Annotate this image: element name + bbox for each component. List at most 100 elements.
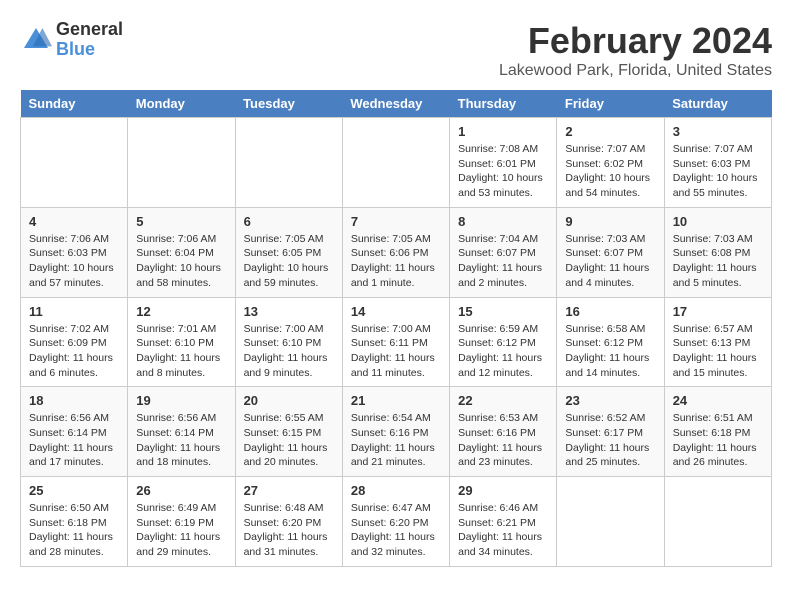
day-number: 24 xyxy=(673,393,763,408)
day-number: 13 xyxy=(244,304,334,319)
calendar-cell: 19 Sunrise: 6:56 AM Sunset: 6:14 PM Dayli… xyxy=(128,387,235,477)
calendar-cell: 26Sunrise: 6:49 AM Sunset: 6:19 PM Dayli… xyxy=(128,477,235,567)
day-number: 27 xyxy=(244,483,334,498)
calendar-cell: 16 Sunrise: 6:58 AM Sunset: 6:12 PM Dayli… xyxy=(557,297,664,387)
day-number: 2 xyxy=(565,124,655,139)
calendar-cell: 20 Sunrise: 6:55 AM Sunset: 6:15 PM Dayli… xyxy=(235,387,342,477)
day-info: Sunrise: 7:01 AM Sunset: 6:10 PM Dayligh… xyxy=(136,322,226,381)
day-number: 5 xyxy=(136,214,226,229)
day-number: 1 xyxy=(458,124,548,139)
calendar-cell: 13 Sunrise: 7:00 AM Sunset: 6:10 PM Dayli… xyxy=(235,297,342,387)
day-info: Sunrise: 6:59 AM Sunset: 6:12 PM Dayligh… xyxy=(458,322,548,381)
day-number: 26 xyxy=(136,483,226,498)
day-info: Sunrise: 7:02 AM Sunset: 6:09 PM Dayligh… xyxy=(29,322,119,381)
day-number: 17 xyxy=(673,304,763,319)
day-info: Sunrise: 6:46 AM Sunset: 6:21 PM Dayligh… xyxy=(458,501,548,560)
calendar-cell: 6 Sunrise: 7:05 AM Sunset: 6:05 PM Daylig… xyxy=(235,207,342,297)
day-number: 15 xyxy=(458,304,548,319)
day-info: Sunrise: 6:55 AM Sunset: 6:15 PM Dayligh… xyxy=(244,411,334,470)
calendar-cell: 17 Sunrise: 6:57 AM Sunset: 6:13 PM Dayli… xyxy=(664,297,771,387)
calendar-header: SundayMondayTuesdayWednesdayThursdayFrid… xyxy=(21,90,772,118)
day-number: 20 xyxy=(244,393,334,408)
day-info: Sunrise: 6:51 AM Sunset: 6:18 PM Dayligh… xyxy=(673,411,763,470)
calendar-cell: 9Sunrise: 7:03 AM Sunset: 6:07 PM Daylig… xyxy=(557,207,664,297)
calendar-cell: 5 Sunrise: 7:06 AM Sunset: 6:04 PM Daylig… xyxy=(128,207,235,297)
week-row-1: 4 Sunrise: 7:06 AM Sunset: 6:03 PM Daylig… xyxy=(21,207,772,297)
day-info: Sunrise: 6:50 AM Sunset: 6:18 PM Dayligh… xyxy=(29,501,119,560)
logo: General Blue xyxy=(20,20,123,60)
week-row-4: 25 Sunrise: 6:50 AM Sunset: 6:18 PM Dayli… xyxy=(21,477,772,567)
header: General Blue February 2024 Lakewood Park… xyxy=(20,20,772,80)
calendar-cell xyxy=(342,118,449,208)
day-info: Sunrise: 7:07 AM Sunset: 6:02 PM Dayligh… xyxy=(565,142,655,201)
calendar-cell: 11 Sunrise: 7:02 AM Sunset: 6:09 PM Dayli… xyxy=(21,297,128,387)
week-row-2: 11 Sunrise: 7:02 AM Sunset: 6:09 PM Dayli… xyxy=(21,297,772,387)
logo-text: General Blue xyxy=(56,20,123,60)
day-number: 18 xyxy=(29,393,119,408)
day-number: 3 xyxy=(673,124,763,139)
day-number: 21 xyxy=(351,393,441,408)
calendar-cell: 2 Sunrise: 7:07 AM Sunset: 6:02 PM Daylig… xyxy=(557,118,664,208)
logo-icon xyxy=(20,24,52,56)
day-info: Sunrise: 7:05 AM Sunset: 6:05 PM Dayligh… xyxy=(244,232,334,291)
header-cell-wednesday: Wednesday xyxy=(342,90,449,118)
day-number: 16 xyxy=(565,304,655,319)
day-info: Sunrise: 6:56 AM Sunset: 6:14 PM Dayligh… xyxy=(29,411,119,470)
day-info: Sunrise: 6:58 AM Sunset: 6:12 PM Dayligh… xyxy=(565,322,655,381)
header-cell-thursday: Thursday xyxy=(450,90,557,118)
header-cell-saturday: Saturday xyxy=(664,90,771,118)
day-info: Sunrise: 7:05 AM Sunset: 6:06 PM Dayligh… xyxy=(351,232,441,291)
calendar-cell: 14 Sunrise: 7:00 AM Sunset: 6:11 PM Dayli… xyxy=(342,297,449,387)
day-number: 9 xyxy=(565,214,655,229)
day-number: 25 xyxy=(29,483,119,498)
day-number: 4 xyxy=(29,214,119,229)
day-info: Sunrise: 7:07 AM Sunset: 6:03 PM Dayligh… xyxy=(673,142,763,201)
day-number: 28 xyxy=(351,483,441,498)
day-info: Sunrise: 6:56 AM Sunset: 6:14 PM Dayligh… xyxy=(136,411,226,470)
calendar-cell xyxy=(21,118,128,208)
day-number: 6 xyxy=(244,214,334,229)
day-number: 29 xyxy=(458,483,548,498)
calendar-cell xyxy=(128,118,235,208)
header-cell-monday: Monday xyxy=(128,90,235,118)
calendar-cell: 12 Sunrise: 7:01 AM Sunset: 6:10 PM Dayli… xyxy=(128,297,235,387)
header-row: SundayMondayTuesdayWednesdayThursdayFrid… xyxy=(21,90,772,118)
day-info: Sunrise: 7:06 AM Sunset: 6:03 PM Dayligh… xyxy=(29,232,119,291)
day-number: 19 xyxy=(136,393,226,408)
week-row-3: 18 Sunrise: 6:56 AM Sunset: 6:14 PM Dayli… xyxy=(21,387,772,477)
day-number: 10 xyxy=(673,214,763,229)
header-cell-sunday: Sunday xyxy=(21,90,128,118)
day-info: Sunrise: 7:04 AM Sunset: 6:07 PM Dayligh… xyxy=(458,232,548,291)
day-info: Sunrise: 7:06 AM Sunset: 6:04 PM Dayligh… xyxy=(136,232,226,291)
day-info: Sunrise: 6:53 AM Sunset: 6:16 PM Dayligh… xyxy=(458,411,548,470)
day-info: Sunrise: 6:52 AM Sunset: 6:17 PM Dayligh… xyxy=(565,411,655,470)
calendar-cell: 22Sunrise: 6:53 AM Sunset: 6:16 PM Dayli… xyxy=(450,387,557,477)
calendar-cell: 10 Sunrise: 7:03 AM Sunset: 6:08 PM Dayli… xyxy=(664,207,771,297)
day-number: 8 xyxy=(458,214,548,229)
calendar-cell xyxy=(557,477,664,567)
calendar-cell: 28 Sunrise: 6:47 AM Sunset: 6:20 PM Dayli… xyxy=(342,477,449,567)
day-number: 12 xyxy=(136,304,226,319)
day-info: Sunrise: 7:00 AM Sunset: 6:10 PM Dayligh… xyxy=(244,322,334,381)
calendar-cell: 7 Sunrise: 7:05 AM Sunset: 6:06 PM Daylig… xyxy=(342,207,449,297)
calendar-cell: 3 Sunrise: 7:07 AM Sunset: 6:03 PM Daylig… xyxy=(664,118,771,208)
day-info: Sunrise: 6:57 AM Sunset: 6:13 PM Dayligh… xyxy=(673,322,763,381)
calendar-cell: 1 Sunrise: 7:08 AM Sunset: 6:01 PM Daylig… xyxy=(450,118,557,208)
calendar-cell: 8 Sunrise: 7:04 AM Sunset: 6:07 PM Daylig… xyxy=(450,207,557,297)
day-info: Sunrise: 6:54 AM Sunset: 6:16 PM Dayligh… xyxy=(351,411,441,470)
calendar-cell: 24 Sunrise: 6:51 AM Sunset: 6:18 PM Dayli… xyxy=(664,387,771,477)
day-info: Sunrise: 6:47 AM Sunset: 6:20 PM Dayligh… xyxy=(351,501,441,560)
calendar-cell xyxy=(664,477,771,567)
day-number: 11 xyxy=(29,304,119,319)
subtitle: Lakewood Park, Florida, United States xyxy=(499,62,772,80)
day-info: Sunrise: 7:03 AM Sunset: 6:08 PM Dayligh… xyxy=(673,232,763,291)
day-info: Sunrise: 7:08 AM Sunset: 6:01 PM Dayligh… xyxy=(458,142,548,201)
day-number: 7 xyxy=(351,214,441,229)
calendar-cell: 27 Sunrise: 6:48 AM Sunset: 6:20 PM Dayli… xyxy=(235,477,342,567)
day-info: Sunrise: 6:48 AM Sunset: 6:20 PM Dayligh… xyxy=(244,501,334,560)
main-title: February 2024 xyxy=(499,20,772,62)
calendar-cell: 25 Sunrise: 6:50 AM Sunset: 6:18 PM Dayli… xyxy=(21,477,128,567)
calendar-cell xyxy=(235,118,342,208)
day-number: 14 xyxy=(351,304,441,319)
day-info: Sunrise: 7:00 AM Sunset: 6:11 PM Dayligh… xyxy=(351,322,441,381)
